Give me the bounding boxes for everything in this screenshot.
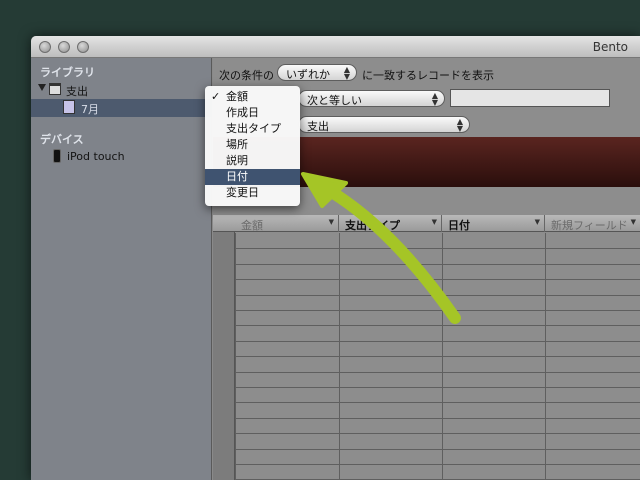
sidebar-item-expenses[interactable]: 支出	[66, 83, 88, 99]
menu-item[interactable]: 作成日	[205, 105, 300, 121]
search-suffix: に一致するレコードを表示	[362, 69, 494, 82]
chevron-down-icon: ▼	[431, 218, 437, 226]
search-prefix: 次の条件の	[219, 69, 274, 82]
sidebar-item-july[interactable]: 7月	[81, 101, 99, 117]
field-value: 支出	[307, 120, 329, 133]
menu-item[interactable]: 説明	[205, 153, 300, 169]
sidebar-item-ipod[interactable]: iPod touch	[67, 150, 125, 163]
menu-item-label: 作成日	[226, 106, 259, 119]
column-header-new-field[interactable]: 新規フィールド ▼	[545, 215, 640, 232]
window-title: Bento	[592, 40, 628, 54]
menu-item-label: 支出タイプ	[226, 122, 281, 135]
match-mode-popup[interactable]: いずれか ▲ ▼	[277, 64, 357, 81]
value-input[interactable]	[450, 89, 610, 107]
menu-item-label: 日付	[226, 170, 248, 183]
popup-arrows-icon: ▲ ▼	[343, 65, 350, 81]
operator-value: 次と等しい	[307, 94, 362, 107]
ipod-icon	[53, 149, 61, 163]
bento-window: Bento ライブラリ 支出 7月 デバイス iPod touch 次の条件の …	[31, 36, 640, 480]
sidebar: ライブラリ 支出 7月 デバイス iPod touch	[31, 58, 212, 480]
menu-item[interactable]: 支出タイプ	[205, 121, 300, 137]
close-window-button[interactable]	[39, 41, 51, 53]
minimize-window-button[interactable]	[58, 41, 70, 53]
checkmark-icon: ✓	[211, 90, 221, 103]
chevron-down-icon: ▼	[328, 218, 334, 226]
menu-item-label: 金額	[226, 90, 248, 103]
column-header-expense-type[interactable]: 支出タイプ ▼	[339, 215, 442, 232]
title-bar: Bento	[31, 36, 640, 58]
sidebar-selection	[31, 99, 212, 117]
popup-arrows-icon: ▲ ▼	[456, 117, 463, 133]
devices-header: デバイス	[40, 133, 84, 146]
smart-collection-icon	[63, 100, 75, 114]
menu-item[interactable]: ✓ 金額	[205, 89, 300, 105]
menu-item[interactable]: 変更日	[205, 185, 300, 201]
menu-item-label: 変更日	[226, 186, 259, 199]
field-dropdown-menu: ✓ 金額作成日支出タイプ場所説明日付変更日	[205, 86, 300, 206]
column-header-date[interactable]: 日付 ▼	[442, 215, 545, 232]
menu-item-label: 場所	[226, 138, 248, 151]
menu-item[interactable]: 場所	[205, 137, 300, 153]
calendar-icon	[49, 83, 61, 95]
zoom-window-button[interactable]	[77, 41, 89, 53]
library-header: ライブラリ	[40, 66, 95, 79]
column-header-amount[interactable]: 金額 ▼	[235, 215, 339, 232]
disclosure-triangle-icon[interactable]	[38, 84, 46, 91]
operator-popup[interactable]: 次と等しい ▲ ▼	[298, 90, 445, 107]
table-grid	[235, 233, 640, 480]
chevron-down-icon: ▼	[534, 218, 540, 226]
menu-item-label: 説明	[226, 154, 248, 167]
chevron-down-icon: ▼	[630, 218, 636, 226]
menu-item[interactable]: 日付	[205, 169, 300, 185]
popup-arrows-icon: ▲ ▼	[431, 91, 438, 107]
match-mode-value: いずれか	[286, 68, 330, 81]
field-value-popup[interactable]: 支出 ▲ ▼	[298, 116, 470, 133]
table-header: 金額 ▼ 支出タイプ ▼ 日付 ▼ 新規フィールド ▼	[213, 215, 640, 232]
